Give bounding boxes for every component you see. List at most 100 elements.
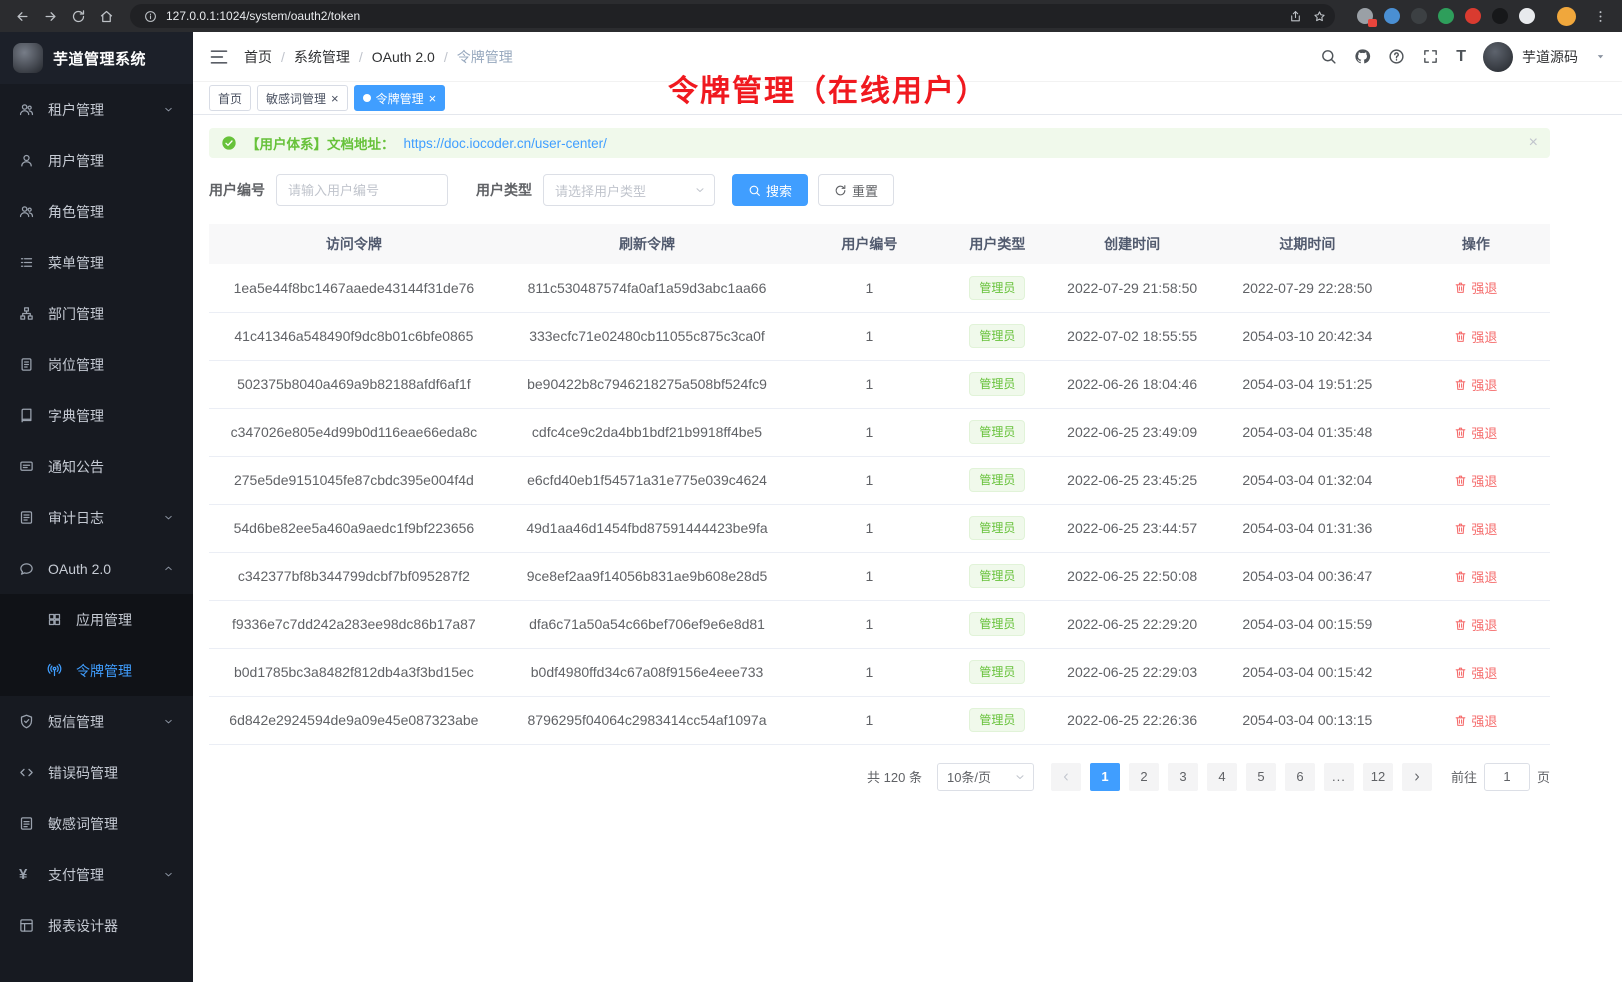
sidebar-item-dept[interactable]: 部门管理 bbox=[0, 288, 193, 339]
sidebar-item-label: 支付管理 bbox=[48, 865, 104, 885]
pagination-more[interactable]: ... bbox=[1324, 763, 1354, 791]
sidebar-item-sms[interactable]: 短信管理 bbox=[0, 696, 193, 747]
breadcrumb-item[interactable]: 首页 bbox=[244, 47, 272, 67]
fullscreen-icon[interactable] bbox=[1422, 48, 1439, 65]
extension-icon[interactable] bbox=[1519, 8, 1535, 24]
sidebar-item-menu[interactable]: 菜单管理 bbox=[0, 237, 193, 288]
user-id-cell: 1 bbox=[795, 360, 943, 408]
browser-reload-icon[interactable] bbox=[66, 4, 90, 28]
page-2-button[interactable]: 2 bbox=[1129, 763, 1159, 791]
sidebar-item-oauth2-token[interactable]: 令牌管理 bbox=[0, 645, 193, 696]
log-icon bbox=[19, 510, 35, 525]
next-page-button[interactable] bbox=[1402, 763, 1432, 791]
sidebar-toggle-icon[interactable] bbox=[209, 47, 229, 67]
sidebar-item-post[interactable]: 岗位管理 bbox=[0, 339, 193, 390]
action-cell: 强退 bbox=[1402, 456, 1550, 504]
user-type-cell: 管理员 bbox=[944, 360, 1052, 408]
browser-profile-avatar[interactable] bbox=[1557, 7, 1576, 26]
force-logout-button[interactable]: 强退 bbox=[1454, 375, 1497, 394]
extension-icon[interactable] bbox=[1357, 8, 1373, 24]
breadcrumb-item[interactable]: OAuth 2.0 bbox=[372, 49, 435, 65]
tab-close-icon[interactable]: × bbox=[331, 92, 339, 105]
extension-icon[interactable] bbox=[1492, 8, 1508, 24]
sidebar-item-oauth2-app[interactable]: 应用管理 bbox=[0, 594, 193, 645]
goto-page-input[interactable] bbox=[1484, 763, 1530, 791]
browser-home-icon[interactable] bbox=[94, 4, 118, 28]
create-time-cell: 2022-06-25 23:49:09 bbox=[1051, 408, 1213, 456]
extension-icon[interactable] bbox=[1384, 8, 1400, 24]
sidebar-item-label: 部门管理 bbox=[48, 304, 104, 324]
browser-back-icon[interactable] bbox=[10, 4, 34, 28]
reset-button[interactable]: 重置 bbox=[818, 174, 894, 206]
banner-link[interactable]: https://doc.iocoder.cn/user-center/ bbox=[404, 136, 607, 151]
force-logout-button[interactable]: 强退 bbox=[1454, 278, 1497, 297]
tab-close-icon[interactable]: × bbox=[429, 92, 437, 105]
user-id-cell: 1 bbox=[795, 456, 943, 504]
search-button[interactable]: 搜索 bbox=[732, 174, 808, 206]
sidebar-item-notice[interactable]: 通知公告 bbox=[0, 441, 193, 492]
force-logout-button[interactable]: 强退 bbox=[1454, 567, 1497, 586]
search-icon[interactable] bbox=[1320, 48, 1337, 65]
force-logout-button[interactable]: 强退 bbox=[1454, 663, 1497, 682]
user-id-input[interactable] bbox=[276, 174, 448, 206]
user-name[interactable]: 芋道源码 bbox=[1522, 47, 1578, 67]
prev-page-button[interactable] bbox=[1051, 763, 1081, 791]
refresh-token-cell: cdfc4ce9c2da4bb1bdf21b9918ff4be5 bbox=[499, 408, 796, 456]
github-icon[interactable] bbox=[1354, 48, 1371, 65]
sidebar-item-audit-log[interactable]: 审计日志 bbox=[0, 492, 193, 543]
user-type-select[interactable]: 请选择用户类型 bbox=[543, 174, 715, 206]
force-logout-button[interactable]: 强退 bbox=[1454, 519, 1497, 538]
action-cell: 强退 bbox=[1402, 552, 1550, 600]
extension-icon[interactable] bbox=[1411, 8, 1427, 24]
banner-text: 【用户体系】文档地址： bbox=[246, 133, 395, 153]
search-icon bbox=[748, 184, 761, 197]
address-bar[interactable]: 127.0.0.1:1024/system/oauth2/token bbox=[130, 4, 1335, 28]
page-size-select[interactable]: 10条/页 bbox=[937, 763, 1034, 791]
browser-menu-icon[interactable] bbox=[1588, 4, 1612, 28]
force-logout-button[interactable]: 强退 bbox=[1454, 471, 1497, 490]
user-type-cell: 管理员 bbox=[944, 696, 1052, 744]
sidebar-item-oauth2[interactable]: OAuth 2.0 bbox=[0, 543, 193, 594]
page-3-button[interactable]: 3 bbox=[1168, 763, 1198, 791]
sidebar-item-sensitive-word[interactable]: 敏感词管理 bbox=[0, 798, 193, 849]
tab-sensitive-word[interactable]: 敏感词管理× bbox=[257, 85, 348, 111]
share-icon[interactable] bbox=[1283, 4, 1307, 28]
page-1-button[interactable]: 1 bbox=[1090, 763, 1120, 791]
bookmark-star-icon[interactable] bbox=[1307, 4, 1331, 28]
force-logout-button[interactable]: 强退 bbox=[1454, 327, 1497, 346]
page-4-button[interactable]: 4 bbox=[1207, 763, 1237, 791]
user-id-cell: 1 bbox=[795, 696, 943, 744]
sidebar-item-error-code[interactable]: 错误码管理 bbox=[0, 747, 193, 798]
table-row: c342377bf8b344799dcbf7bf095287f29ce8ef2a… bbox=[209, 552, 1550, 600]
browser-forward-icon[interactable] bbox=[38, 4, 62, 28]
sidebar-item-report-designer[interactable]: 报表设计器 bbox=[0, 900, 193, 951]
sidebar-item-tenant[interactable]: 租户管理 bbox=[0, 84, 193, 135]
site-info-icon[interactable] bbox=[138, 4, 162, 28]
extension-icon[interactable] bbox=[1465, 8, 1481, 24]
page-5-button[interactable]: 5 bbox=[1246, 763, 1276, 791]
tab-home[interactable]: 首页 bbox=[209, 85, 251, 111]
sidebar-item-user[interactable]: 用户管理 bbox=[0, 135, 193, 186]
table-row: 6d842e2924594de9a09e45e087323abe8796295f… bbox=[209, 696, 1550, 744]
help-icon[interactable] bbox=[1388, 48, 1405, 65]
breadcrumb-item[interactable]: 系统管理 bbox=[294, 47, 350, 67]
page-unit-label: 页 bbox=[1537, 767, 1550, 786]
sidebar-item-label: 报表设计器 bbox=[48, 916, 118, 936]
banner-close-icon[interactable]: × bbox=[1529, 135, 1538, 151]
sidebar-item-label: 敏感词管理 bbox=[48, 814, 118, 834]
sidebar-item-role[interactable]: 角色管理 bbox=[0, 186, 193, 237]
page-6-button[interactable]: 6 bbox=[1285, 763, 1315, 791]
force-logout-button[interactable]: 强退 bbox=[1454, 711, 1497, 730]
font-size-icon[interactable]: T bbox=[1456, 49, 1466, 65]
force-logout-button[interactable]: 强退 bbox=[1454, 615, 1497, 634]
create-time-cell: 2022-06-25 22:29:20 bbox=[1051, 600, 1213, 648]
sidebar-item-dict[interactable]: 字典管理 bbox=[0, 390, 193, 441]
access-token-cell: 6d842e2924594de9a09e45e087323abe bbox=[209, 696, 499, 744]
extension-icon[interactable] bbox=[1438, 8, 1454, 24]
force-logout-button[interactable]: 强退 bbox=[1454, 423, 1497, 442]
page-12-button[interactable]: 12 bbox=[1363, 763, 1393, 791]
user-avatar[interactable] bbox=[1483, 42, 1513, 72]
sidebar-item-pay[interactable]: ¥支付管理 bbox=[0, 849, 193, 900]
sidebar-item-label: 令牌管理 bbox=[76, 661, 132, 681]
tab-oauth2-token[interactable]: 令牌管理× bbox=[354, 85, 446, 111]
